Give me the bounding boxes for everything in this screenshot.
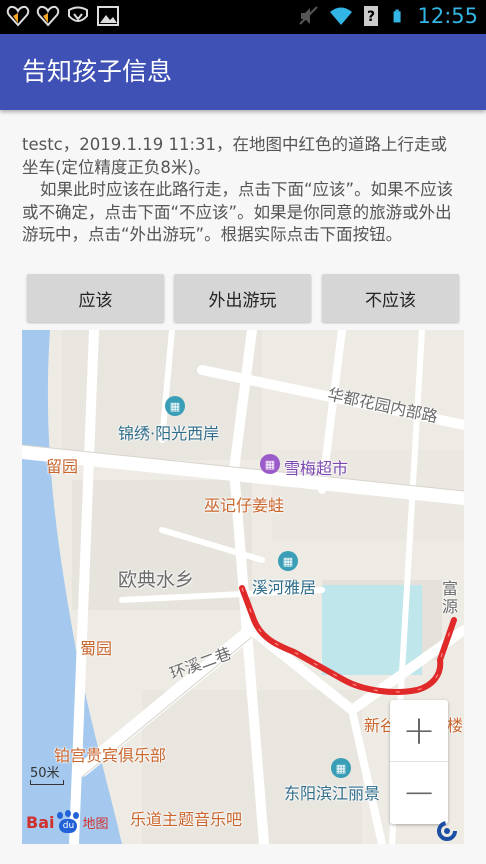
zoom-control: + − <box>390 700 448 824</box>
logo-map-text: 地图 <box>82 816 109 832</box>
map-label: 锦绣·阳光西岸 <box>118 424 220 443</box>
shield-icon <box>68 6 88 22</box>
map-label: 留园 <box>46 457 79 476</box>
baidu-logo: Bai du 地图 <box>26 810 109 834</box>
status-bar: ? 12:55 <box>0 0 486 34</box>
residence-icon: ▦ <box>331 758 351 778</box>
outing-button[interactable]: 外出游玩 <box>174 274 311 322</box>
signal-unknown-icon: ? <box>364 6 379 26</box>
map-label: 雪梅超市 <box>284 459 349 478</box>
map-label: 欧典水乡 <box>118 569 195 591</box>
map-label: 楼 <box>447 716 464 735</box>
supermarket-icon: ▦ <box>260 454 280 474</box>
clock: 12:55 <box>417 4 478 28</box>
should-not-button[interactable]: 不应该 <box>322 274 459 322</box>
residence-icon: ▦ <box>165 396 185 416</box>
map-label: 蜀园 <box>80 639 113 658</box>
wifi-icon <box>330 7 353 25</box>
residence-icon: ▦ <box>278 551 298 571</box>
map-view[interactable]: ▦ ▦ ▦ ▦ 华都花园内部路 锦绣·阳光西岸 留园 雪梅超市 巫记仔姜蛙 欧典… <box>22 330 464 844</box>
map-label: 乐道主题音乐吧 <box>130 810 243 829</box>
map-label: 巫记仔姜蛙 <box>204 496 285 515</box>
should-button[interactable]: 应该 <box>27 274 164 322</box>
image-icon <box>97 6 119 26</box>
message-line-2: 如果此时应该在此路行走，点击下面“应该”。如果不应该或不确定，点击下面“不应该”… <box>22 180 454 244</box>
logo-du-text: du <box>59 819 78 833</box>
map-scale-label: 50米 <box>30 766 60 781</box>
svg-text:?: ? <box>367 9 375 25</box>
zoom-in-button[interactable]: + <box>390 700 448 762</box>
locate-icon[interactable] <box>436 820 458 842</box>
map-label: 铂宫贵宾俱乐部 <box>54 746 167 765</box>
map-label: 富源 <box>442 579 459 616</box>
map-label: 东阳滨江丽景 <box>284 784 381 803</box>
page-title: 告知孩子信息 <box>22 57 173 86</box>
logo-text: Bai <box>26 812 55 832</box>
mute-icon <box>299 6 319 25</box>
message-line-1: testc，2019.1.19 11:31，在地图中红色的道路上行走或坐车(定位… <box>22 135 448 177</box>
app-bar: 告知孩子信息 <box>0 34 486 110</box>
paw-icon: du <box>55 810 81 834</box>
location-message: testc，2019.1.19 11:31，在地图中红色的道路上行走或坐车(定位… <box>22 134 462 247</box>
answer-buttons: 应该 外出游玩 不应该 <box>27 274 459 322</box>
battery-icon <box>394 9 402 23</box>
map-label: 溪河雅居 <box>252 578 317 597</box>
heart-icon <box>36 5 60 27</box>
zoom-out-button[interactable]: − <box>390 762 448 824</box>
map-scale-bar <box>30 780 64 785</box>
heart-icon <box>6 5 30 27</box>
